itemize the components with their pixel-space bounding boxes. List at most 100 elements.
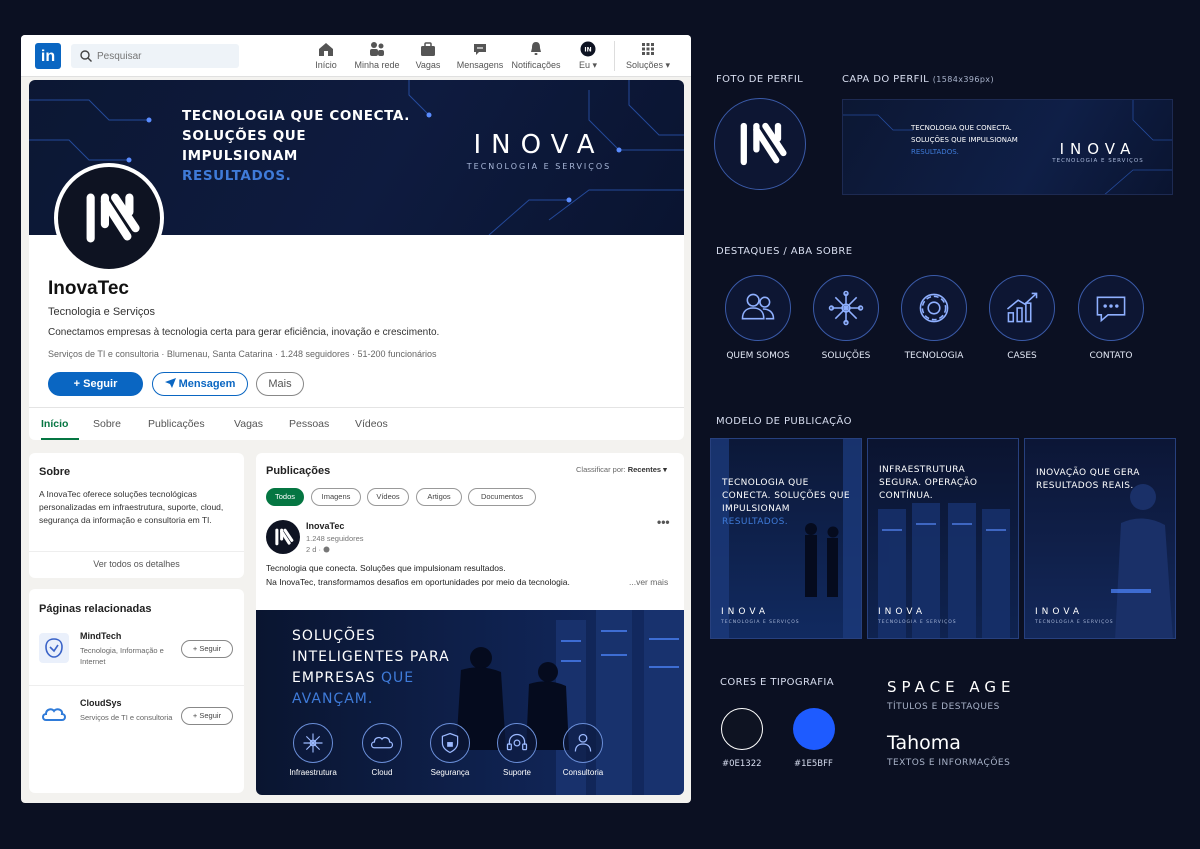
service-cloud: Cloud <box>347 723 417 777</box>
post-author-followers: 1.248 seguidores <box>306 534 364 543</box>
tab-videos[interactable]: Vídeos <box>355 418 388 430</box>
company-tagline: Tecnologia e Serviços <box>48 306 156 318</box>
cover-brand-wordmark: INOVA <box>473 130 605 160</box>
nav-notifications-label: Notificações <box>511 60 561 70</box>
tab-pessoas[interactable]: Pessoas <box>289 418 329 430</box>
template-headline: TECNOLOGIA QUE CONECTA. SOLUÇÕES QUE IMP… <box>722 477 852 529</box>
kit-cover-headline-accent: RESULTADOS. <box>911 148 959 156</box>
shield-icon <box>441 732 459 754</box>
service-seguranca: Segurança <box>415 723 485 777</box>
highlight-label: TECNOLOGIA <box>904 351 964 361</box>
post-options-icon[interactable]: ••• <box>657 515 670 529</box>
linkedin-page-mockup: in Início Minha rede Vagas Mensagens Not… <box>21 35 691 803</box>
network-hub-icon <box>828 290 864 326</box>
about-text: A InovaTec oferece soluções tecnológicas… <box>39 489 224 525</box>
briefcase-icon <box>421 42 435 56</box>
nav-me[interactable]: IN Eu ▾ <box>573 40 603 74</box>
related-divider <box>29 685 244 686</box>
body-font-sample: Tahoma <box>887 732 961 754</box>
sort-control[interactable]: Classificar por: Recentes ▾ <box>576 465 667 474</box>
grid-icon <box>642 43 654 55</box>
inova-monogram-icon <box>740 122 787 166</box>
tab-publicacoes[interactable]: Publicações <box>148 418 205 430</box>
related-page-item[interactable]: CloudSys Serviços de TI e consultoria + … <box>39 698 239 748</box>
search-input[interactable] <box>97 47 233 65</box>
nav-solutions[interactable]: Soluções ▾ <box>619 40 677 74</box>
active-tab-indicator <box>41 438 79 440</box>
post-author-name[interactable]: InovaTec <box>306 521 344 531</box>
company-logo-avatar[interactable] <box>54 163 164 273</box>
related-follow-button[interactable]: + Seguir <box>181 640 233 658</box>
see-all-details-link[interactable]: Ver todos os detalhes <box>29 551 244 575</box>
color-swatch-blue <box>793 708 835 750</box>
post-template-1: TECNOLOGIA QUE CONECTA. SOLUÇÕES QUE IMP… <box>710 438 862 639</box>
company-profile-card: TECNOLOGIA QUE CONECTA. SOLUÇÕES QUE IMP… <box>29 80 684 440</box>
highlight-label: CONTATO <box>1089 351 1133 361</box>
cover-headline-accent: RESULTADOS. <box>182 168 292 184</box>
profile-photo-title: FOTO DE PERFIL <box>716 74 804 85</box>
globe-icon <box>323 546 330 553</box>
color-code-dark: #0E1322 <box>722 759 762 769</box>
tab-vagas[interactable]: Vagas <box>234 418 263 430</box>
related-page-item[interactable]: MindTech Tecnologia, Informação e Intern… <box>39 631 239 681</box>
nav-messages[interactable]: Mensagens <box>455 40 505 74</box>
nav-jobs-label: Vagas <box>415 60 441 70</box>
mindtech-logo-icon <box>39 633 69 663</box>
related-follow-button[interactable]: + Seguir <box>181 707 233 725</box>
cover-brand-subtitle: TECNOLOGIA E SERVIÇOS <box>466 162 612 171</box>
linkedin-logo-icon[interactable]: in <box>35 43 61 69</box>
template-headline-accent: RESULTADOS. <box>722 517 788 527</box>
gear-icon <box>919 293 949 323</box>
nav-home[interactable]: Início <box>306 40 346 74</box>
post-image-text: SOLUÇÕES INTELIGENTES PARA EMPRESAS <box>292 628 450 686</box>
display-font-sample: SPACE AGE <box>887 678 1016 696</box>
related-pages-card: Páginas relacionadas MindTech Tecnologia… <box>29 589 244 793</box>
tab-inicio[interactable]: Início <box>41 418 68 430</box>
related-page-desc: Serviços de TI e consultoria <box>80 713 173 722</box>
see-more-link[interactable]: ...ver mais <box>629 577 668 587</box>
cover-headline-text: TECNOLOGIA QUE CONECTA. SOLUÇÕES QUE IMP… <box>182 108 410 164</box>
filter-chip-all[interactable]: Todos <box>266 488 304 506</box>
post-author-avatar[interactable] <box>266 520 300 554</box>
nav-solutions-label: Soluções ▾ <box>625 60 671 70</box>
template-headline: INFRAESTRUTURA SEGURA. OPERAÇÃO CONTÍNUA… <box>879 465 978 501</box>
nav-jobs[interactable]: Vagas <box>409 40 447 74</box>
about-title: Sobre <box>39 466 71 478</box>
service-suporte: Suporte <box>482 723 552 777</box>
service-label: Cloud <box>371 768 393 777</box>
tab-sobre[interactable]: Sobre <box>93 418 121 430</box>
nav-notifications[interactable]: Notificações <box>509 40 563 74</box>
team-icon <box>741 293 775 320</box>
highlight-label: CASES <box>1007 351 1037 361</box>
about-card: Sobre A InovaTec oferece soluções tecnol… <box>29 453 244 578</box>
post-template-2: INFRAESTRUTURA SEGURA. OPERAÇÃO CONTÍNUA… <box>867 438 1019 639</box>
company-name: InovaTec <box>48 278 129 299</box>
filter-chip-images[interactable]: Imagens <box>311 488 361 506</box>
highlights-title: DESTAQUES / ABA SOBRE <box>716 246 853 257</box>
filter-chip-videos[interactable]: Vídeos <box>367 488 409 506</box>
cover-section-title: CAPA DO PERFIL (1584x396px) <box>842 74 994 85</box>
post-image[interactable]: SOLUÇÕES INTELIGENTES PARA EMPRESAS QUE … <box>256 610 684 795</box>
profile-avatar-icon: IN <box>580 41 596 57</box>
filter-chip-articles[interactable]: Artigos <box>416 488 462 506</box>
search-box[interactable] <box>71 44 239 68</box>
follow-button[interactable]: + Seguir <box>48 372 143 396</box>
publications-title: Publicações <box>266 465 331 477</box>
growth-chart-icon <box>1006 292 1038 323</box>
service-label: Consultoria <box>562 768 604 777</box>
send-icon <box>164 378 176 388</box>
post-text-line1: Tecnologia que conecta. Soluções que imp… <box>266 563 506 573</box>
svg-text:IN: IN <box>584 47 591 54</box>
template-headline: INOVAÇÃO QUE GERA RESULTADOS REAIS. <box>1036 468 1140 491</box>
more-button[interactable]: Mais <box>256 372 304 396</box>
service-label: Segurança <box>430 768 470 777</box>
filter-chip-documents[interactable]: Documentos <box>468 488 536 506</box>
headset-icon <box>506 733 528 751</box>
message-button[interactable]: Mensagem <box>152 372 248 396</box>
inova-monogram-icon <box>86 193 140 243</box>
post-text-line2: Na InovaTec, transformamos desafios em o… <box>266 577 570 587</box>
nav-network[interactable]: Minha rede <box>351 40 403 74</box>
template-brand-sub: TECNOLOGIA E SERVIÇOS <box>721 620 800 625</box>
service-label: Suporte <box>502 768 532 777</box>
body-font-use: TEXTOS E INFORMAÇÕES <box>887 758 1011 768</box>
